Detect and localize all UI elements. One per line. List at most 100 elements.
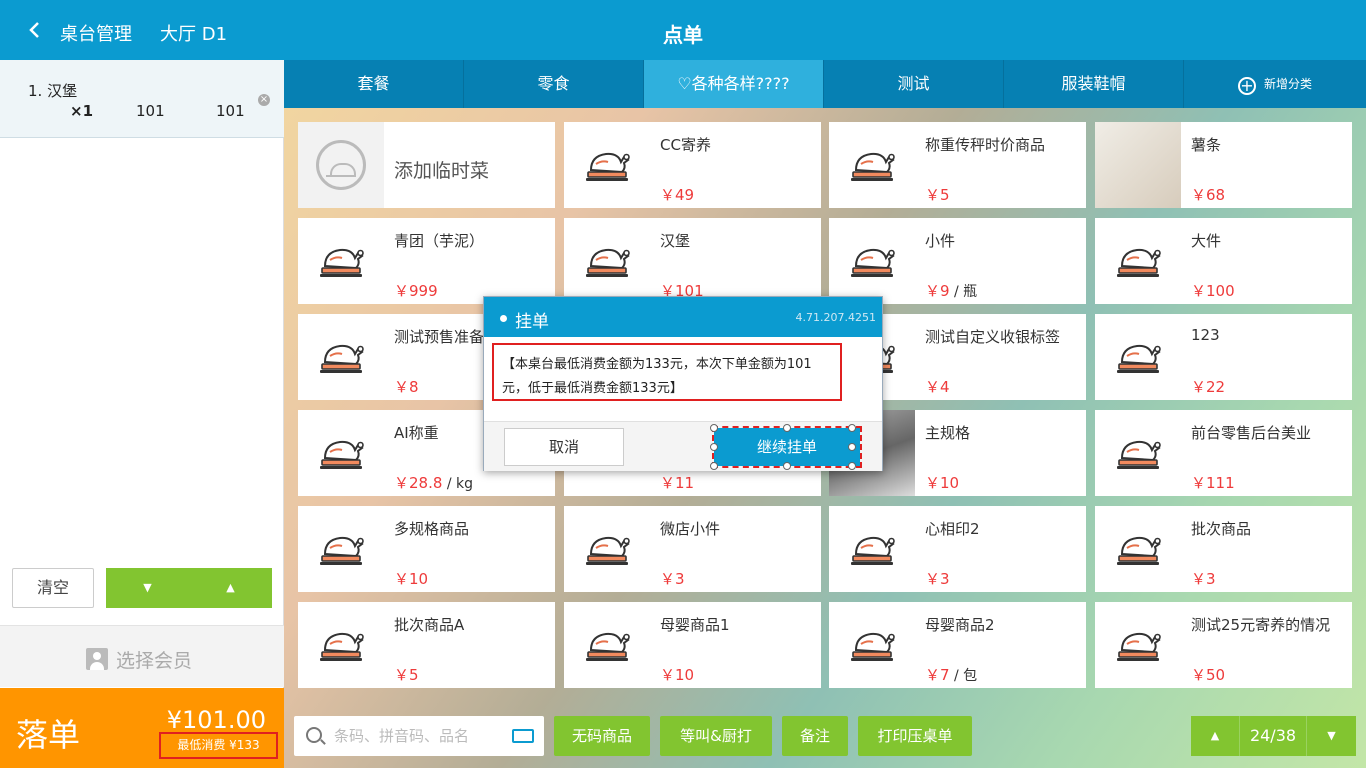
product-name: CC寄养 — [660, 136, 711, 154]
page-down-button[interactable]: ▼ — [1307, 716, 1356, 756]
place-order-button[interactable]: 落单 ¥101.00 最低消费 ¥133 — [0, 688, 284, 768]
selection-handle — [848, 462, 856, 470]
product-card[interactable]: 心相印2 ￥3 — [829, 506, 1086, 592]
product-price: ￥7 / 包 — [925, 664, 977, 685]
product-name: 前台零售后台美业 — [1191, 424, 1312, 442]
scroll-down-button[interactable]: ▼ — [106, 568, 189, 608]
product-name: 青团（芋泥） — [394, 232, 485, 250]
tab-various[interactable]: ♡各种各样???? — [644, 60, 824, 108]
roast-chicken-icon — [1095, 506, 1181, 592]
product-price: ￥3 — [925, 568, 950, 589]
selection-handle — [848, 424, 856, 432]
product-card[interactable]: 前台零售后台美业 ￥111 — [1095, 410, 1352, 496]
print-table-slip-button[interactable]: 打印压桌单 — [858, 716, 972, 756]
remove-item-icon[interactable]: × — [258, 94, 270, 106]
roast-chicken-icon — [829, 506, 915, 592]
product-card[interactable]: 测试25元寄养的情况 ￥50 — [1095, 602, 1352, 688]
product-name: 母婴商品2 — [925, 616, 995, 634]
product-name: 批次商品 — [1191, 520, 1252, 538]
roast-chicken-icon — [1095, 602, 1181, 688]
price-value: ￥28.8 — [394, 474, 443, 492]
product-card[interactable]: 多规格商品 ￥10 — [298, 506, 555, 592]
no-barcode-product-button[interactable]: 无码商品 — [554, 716, 650, 756]
product-price: ￥10 — [925, 472, 959, 493]
cancel-button[interactable]: 取消 — [504, 428, 624, 466]
roast-chicken-icon — [298, 410, 384, 496]
product-name: 称重传秤时价商品 — [925, 136, 1046, 154]
product-price: ￥49 — [660, 184, 694, 205]
select-member-label: 选择会员 — [116, 650, 193, 672]
pager: ▲ 24/38 ▼ — [1191, 716, 1356, 756]
add-temp-dish-card[interactable]: 添加临时菜 — [298, 122, 555, 208]
roast-chicken-icon — [829, 602, 915, 688]
product-price: ￥11 — [660, 472, 694, 493]
product-price: ￥3 — [660, 568, 685, 589]
product-card[interactable]: 母婴商品2 ￥7 / 包 — [829, 602, 1086, 688]
product-photo — [1095, 122, 1181, 208]
tab-combo[interactable]: 套餐 — [284, 60, 464, 108]
product-card[interactable]: 微店小件 ￥3 — [564, 506, 821, 592]
app-version: 4.71.207.4251 — [795, 311, 876, 324]
tab-apparel[interactable]: 服装鞋帽 — [1004, 60, 1184, 108]
note-button[interactable]: 备注 — [782, 716, 848, 756]
page-up-button[interactable]: ▲ — [1191, 716, 1239, 756]
product-price: ￥4 — [925, 376, 950, 397]
search-input[interactable] — [334, 724, 504, 748]
dialog-title: 挂单 — [515, 312, 549, 332]
price-value: ￥50 — [1191, 666, 1226, 684]
product-card[interactable]: 小件 ￥9 / 瓶 — [829, 218, 1086, 304]
product-name: 汉堡 — [660, 232, 691, 250]
order-list-item[interactable]: 1. 汉堡 ×1 101 101 × — [0, 60, 284, 138]
search-icon — [306, 727, 322, 743]
product-card[interactable]: CC寄养 ￥49 — [564, 122, 821, 208]
add-category-button[interactable]: + 新增分类 — [1184, 60, 1366, 108]
clear-order-button[interactable]: 清空 — [12, 568, 94, 608]
roast-chicken-icon — [1095, 314, 1181, 400]
product-card[interactable]: 称重传秤时价商品 ￥5 — [829, 122, 1086, 208]
product-name: 批次商品A — [394, 616, 465, 634]
selection-handle — [783, 462, 791, 470]
tab-test[interactable]: 测试 — [824, 60, 1004, 108]
product-price: ￥68 — [1191, 184, 1225, 205]
product-card[interactable]: 母婴商品1 ￥10 — [564, 602, 821, 688]
selection-handle — [783, 424, 791, 432]
product-card[interactable]: 大件 ￥100 — [1095, 218, 1352, 304]
price-value: ￥68 — [1191, 186, 1226, 204]
roast-chicken-icon — [298, 218, 384, 304]
price-value: ￥10 — [925, 474, 960, 492]
product-card[interactable]: 批次商品A ￥5 — [298, 602, 555, 688]
roast-chicken-icon — [564, 218, 650, 304]
search-box — [294, 716, 544, 756]
keyboard-icon[interactable] — [512, 729, 534, 743]
price-value: ￥9 — [925, 282, 950, 300]
price-unit: / 包 — [949, 668, 978, 684]
add-category-label: 新增分类 — [1263, 77, 1312, 91]
price-unit: / 瓶 — [949, 284, 978, 300]
product-name: 测试预售准备 — [394, 328, 485, 346]
scroll-up-button[interactable]: ▲ — [189, 568, 272, 608]
roast-chicken-icon — [564, 602, 650, 688]
product-card[interactable]: 汉堡 ￥101 — [564, 218, 821, 304]
order-panel: 1. 汉堡 ×1 101 101 × 清空 ▼ ▲ 选择会员 落单 ¥101.0… — [0, 60, 284, 768]
product-price: ￥8 — [394, 376, 419, 397]
product-card[interactable]: 123 ￥22 — [1095, 314, 1352, 400]
price-value: ￥11 — [660, 474, 695, 492]
call-and-kitchen-print-button[interactable]: 等叫&厨打 — [660, 716, 772, 756]
product-card[interactable]: 薯条 ￥68 — [1095, 122, 1352, 208]
product-name: 小件 — [925, 232, 956, 250]
product-name: 添加临时菜 — [394, 160, 490, 182]
product-name: 母婴商品1 — [660, 616, 730, 634]
continue-hold-button[interactable]: 继续挂单 — [712, 426, 862, 468]
dish-cover-icon — [298, 122, 384, 208]
product-card[interactable]: 批次商品 ￥3 — [1095, 506, 1352, 592]
order-item-line-total: 101 — [216, 102, 245, 120]
select-member-button[interactable]: 选择会员 — [0, 625, 284, 687]
tab-snacks[interactable]: 零食 — [464, 60, 644, 108]
product-price: ￥10 — [394, 568, 428, 589]
product-card[interactable]: 青团（芋泥） ￥999 — [298, 218, 555, 304]
place-order-label: 落单 — [16, 716, 81, 754]
price-value: ￥7 — [925, 666, 950, 684]
price-value: ￥22 — [1191, 378, 1226, 396]
product-name: 主规格 — [925, 424, 971, 442]
price-value: ￥3 — [925, 570, 950, 588]
